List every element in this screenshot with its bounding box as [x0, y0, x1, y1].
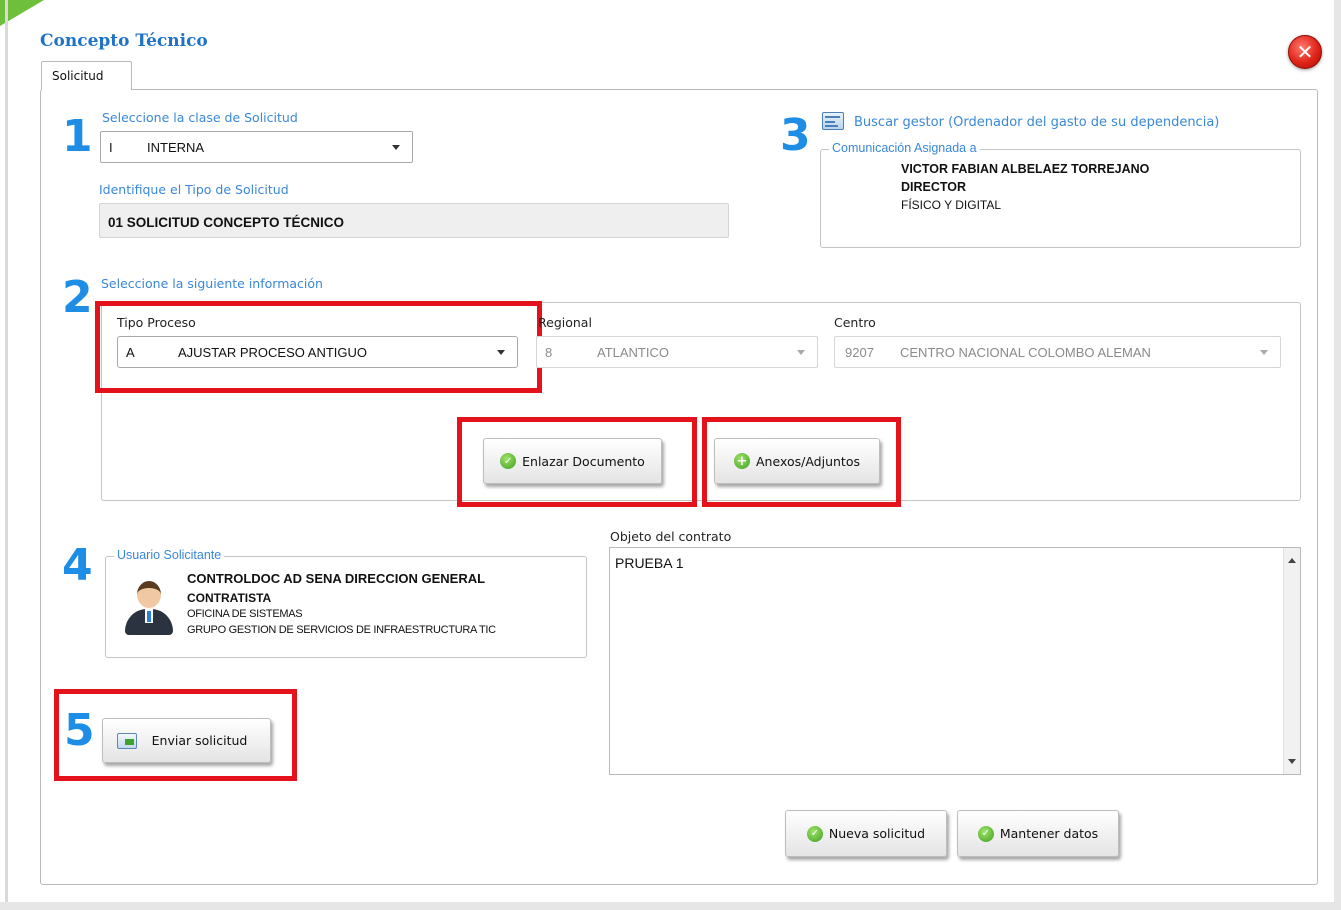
regional-select[interactable]: 8 ATLANTICO: [536, 336, 818, 368]
new-request-label: Nueva solicitud: [828, 826, 926, 841]
window-left-border: [5, 0, 8, 910]
requester-legend: Usuario Solicitante: [114, 548, 225, 562]
window-bottom-border: [0, 902, 1341, 910]
requester-role: CONTRATISTA: [187, 591, 272, 605]
class-select-code: I: [109, 139, 113, 155]
chevron-down-icon: [392, 145, 400, 150]
highlight-link-document: [457, 417, 697, 507]
requester-fieldset: Usuario Solicitante CONTROLDOC AD SENA D…: [105, 548, 587, 658]
class-select-text: INTERNA: [147, 139, 205, 155]
contract-label: Objeto del contrato: [610, 529, 732, 544]
window-right-border: [1334, 0, 1341, 910]
assigned-mode: FÍSICO Y DIGITAL: [901, 198, 1002, 212]
search-manager-link[interactable]: Buscar gestor (Ordenador del gasto de su…: [854, 115, 1219, 130]
step-number-4: 4: [62, 540, 93, 591]
regional-label: Regional: [538, 315, 592, 330]
chevron-down-icon: [1260, 350, 1268, 355]
step-number-3: 3: [780, 110, 811, 161]
contract-textarea[interactable]: PRUEBA 1: [609, 547, 1301, 775]
check-circle-icon: ✓: [977, 825, 994, 842]
requester-office: OFICINA DE SISTEMAS: [187, 608, 303, 620]
contract-value: PRUEBA 1: [615, 555, 684, 571]
assigned-legend: Comunicación Asignada a: [829, 141, 980, 155]
requester-group: GRUPO GESTION DE SERVICIOS DE INFRAESTRU…: [187, 624, 496, 636]
step-number-2: 2: [62, 272, 93, 323]
regional-text: ATLANTICO: [597, 344, 669, 360]
type-label: Identifique el Tipo de Solicitud: [99, 182, 289, 197]
tab-solicitud[interactable]: Solicitud: [41, 61, 132, 90]
assigned-fieldset: Comunicación Asignada a VICTOR FABIAN AL…: [820, 141, 1301, 248]
keep-data-label: Mantener datos: [999, 826, 1099, 841]
requester-name: CONTROLDOC AD SENA DIRECCION GENERAL: [187, 571, 486, 586]
contract-scrollbar[interactable]: [1283, 548, 1300, 774]
keep-data-button[interactable]: ✓ Mantener datos: [957, 810, 1119, 857]
step-number-1: 1: [62, 111, 93, 162]
user-avatar-icon: [123, 579, 175, 635]
centro-code: 9207: [845, 344, 874, 360]
class-select[interactable]: I INTERNA: [100, 131, 413, 163]
centro-label: Centro: [834, 315, 876, 330]
scroll-up-icon[interactable]: [1288, 558, 1296, 563]
highlight-tipo-proceso: [95, 301, 542, 393]
highlight-attachments: [702, 417, 901, 507]
close-button[interactable]: ✕: [1288, 35, 1322, 69]
search-form-icon[interactable]: [822, 112, 844, 130]
close-icon: ✕: [1296, 40, 1314, 64]
new-request-button[interactable]: ✓ Nueva solicitud: [785, 810, 947, 857]
class-label: Seleccione la clase de Solicitud: [102, 110, 298, 125]
chevron-down-icon: [797, 350, 805, 355]
centro-select[interactable]: 9207 CENTRO NACIONAL COLOMBO ALEMAN: [834, 336, 1281, 368]
check-circle-icon: ✓: [806, 825, 823, 842]
type-value: 01 SOLICITUD CONCEPTO TÉCNICO: [99, 203, 729, 238]
highlight-send-request: [54, 689, 297, 781]
centro-text: CENTRO NACIONAL COLOMBO ALEMAN: [900, 344, 1151, 360]
regional-code: 8: [545, 344, 553, 360]
scroll-down-icon[interactable]: [1288, 759, 1296, 764]
assigned-name: VICTOR FABIAN ALBELAEZ TORREJANO: [901, 162, 1150, 176]
dialog-title: Concepto Técnico: [40, 31, 208, 51]
info-label: Seleccione la siguiente información: [101, 276, 323, 291]
assigned-role: DIRECTOR: [901, 180, 967, 194]
